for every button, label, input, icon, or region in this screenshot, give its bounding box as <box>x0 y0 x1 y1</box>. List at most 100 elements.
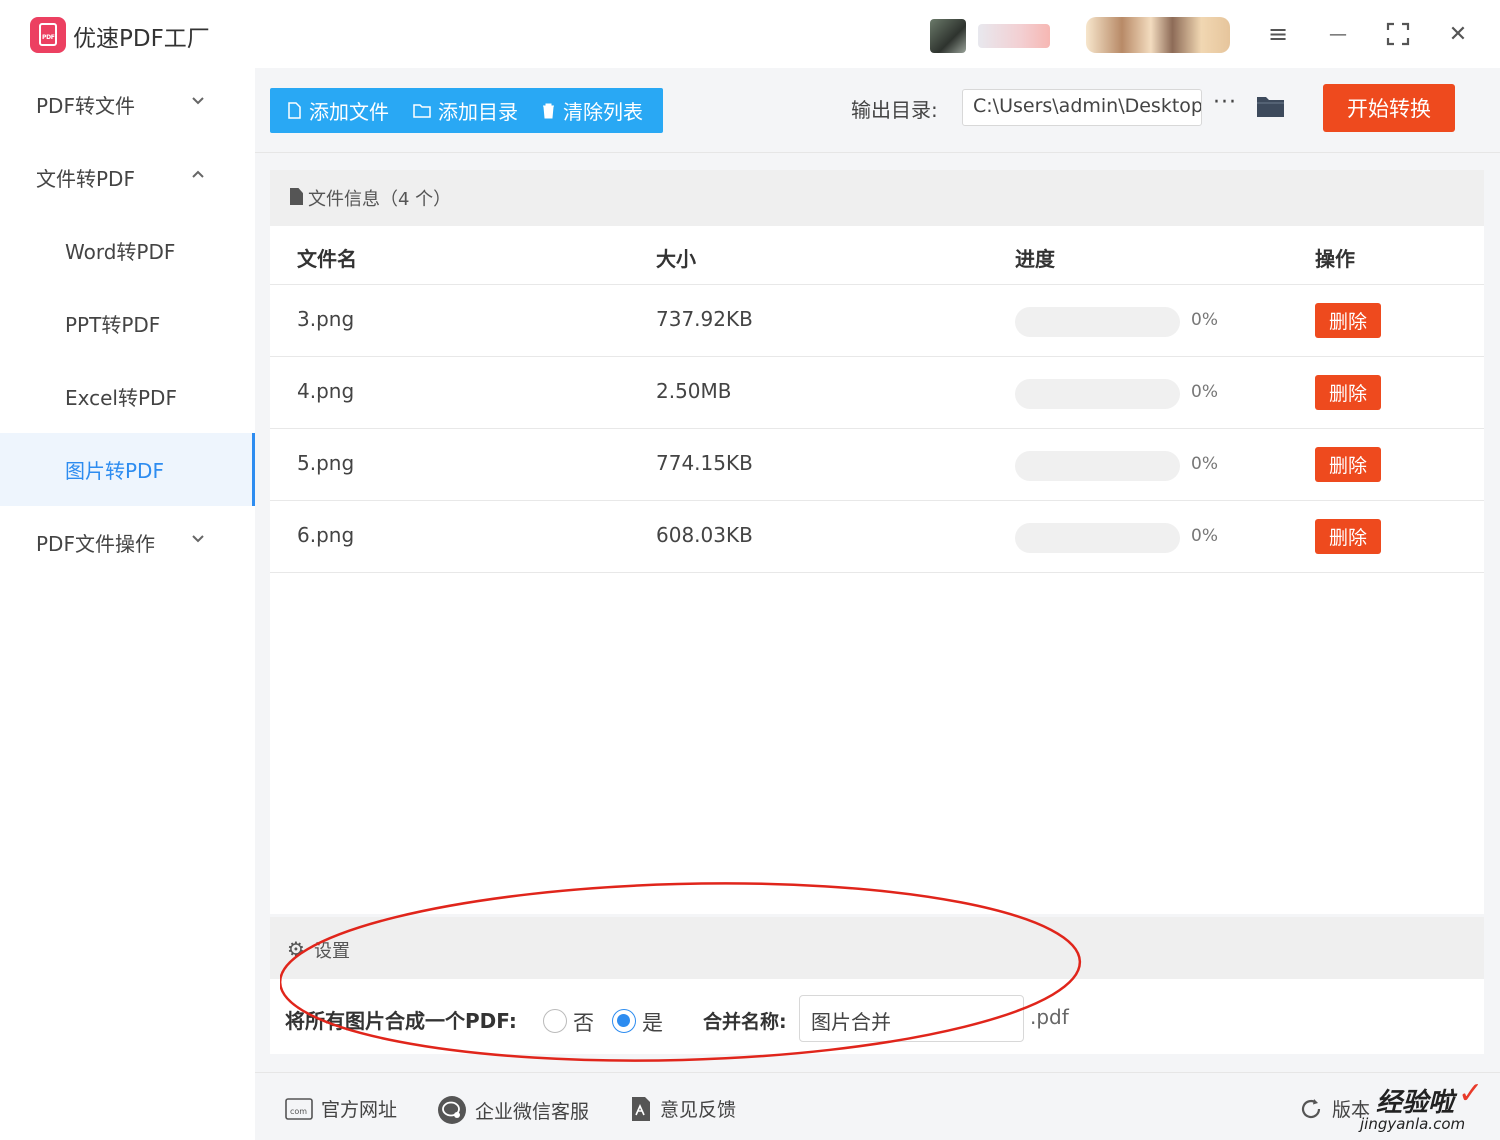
file-size: 737.92KB <box>656 307 753 331</box>
progress-bar <box>1015 523 1180 553</box>
official-website-link[interactable]: com 官方网址 <box>285 1095 397 1122</box>
wechat-support-link[interactable]: 企业微信客服 <box>437 1095 589 1125</box>
toolbar: 添加文件 添加目录 清除列表 输出目录: C:\Users\admin\Desk… <box>255 68 1500 153</box>
sidebar-item-excel-to-pdf[interactable]: Excel转PDF <box>0 360 255 433</box>
menu-icon[interactable]: ≡ <box>1262 18 1294 50</box>
sidebar-item-word-to-pdf[interactable]: Word转PDF <box>0 214 255 287</box>
table-header: 文件名 大小 进度 操作 <box>270 226 1484 285</box>
file-info-title: 文件信息（4 个） <box>308 189 452 210</box>
wechat-icon <box>438 1096 466 1124</box>
chevron-up-icon <box>192 170 204 178</box>
add-file-label: 添加文件 <box>309 100 389 124</box>
start-convert-button[interactable]: 开始转换 <box>1323 84 1455 132</box>
file-icon <box>288 102 301 119</box>
sidebar-item-image-to-pdf[interactable]: 图片转PDF <box>0 433 255 506</box>
settings-title: 设置 <box>314 941 350 962</box>
close-icon[interactable]: ✕ <box>1442 18 1474 50</box>
sidebar-item-pdf-to-file[interactable]: PDF转文件 <box>0 68 255 141</box>
file-info-header: 文件信息（4 个） <box>270 170 1484 226</box>
sidebar-item-pdf-operations[interactable]: PDF文件操作 <box>0 506 255 579</box>
file-list-panel: 文件信息（4 个） 文件名 大小 进度 操作 3.png 737.92KB 0% 删除… <box>270 170 1484 914</box>
wechat-support-label: 企业微信客服 <box>475 1100 590 1123</box>
column-header-action: 操作 <box>1315 247 1355 271</box>
sidebar-item-label: Word转PDF <box>65 240 176 264</box>
column-header-progress: 进度 <box>1015 247 1055 271</box>
progress-text: 0% <box>1191 310 1218 330</box>
delete-button[interactable]: 删除 <box>1315 447 1381 482</box>
sidebar-item-ppt-to-pdf[interactable]: PPT转PDF <box>0 287 255 360</box>
pdf-doc-icon: PDF <box>39 23 57 46</box>
sidebar-item-label: 文件转PDF <box>36 167 135 191</box>
checkmark-icon: ✓ <box>1458 1076 1484 1111</box>
file-name: 4.png <box>297 379 355 403</box>
settings-panel: ⚙ 设置 将所有图片合成一个PDF: 否 是 合并名称: 图片合并 .pdf <box>270 917 1484 1054</box>
add-directory-label: 添加目录 <box>438 100 518 124</box>
watermark-url: jingyanla.com <box>1360 1115 1466 1133</box>
sidebar-item-file-to-pdf[interactable]: 文件转PDF <box>0 141 255 214</box>
pdf-suffix: .pdf <box>1030 1005 1069 1029</box>
more-options-button[interactable]: ··· <box>1213 90 1237 115</box>
app-title: 优速PDF工厂 <box>73 26 210 52</box>
delete-button[interactable]: 删除 <box>1315 519 1381 554</box>
trash-icon <box>543 103 554 118</box>
avatar[interactable] <box>930 19 966 53</box>
logo-text: PDF <box>42 34 55 41</box>
refresh-icon <box>1301 1098 1321 1118</box>
merge-option-yes-radio[interactable] <box>612 1009 636 1033</box>
sidebar-item-label: 图片转PDF <box>65 459 164 483</box>
account-badge-blurred[interactable] <box>1086 17 1230 53</box>
output-directory-label: 输出目录: <box>851 98 938 122</box>
sidebar-item-label: PDF文件操作 <box>36 532 155 556</box>
feedback-link[interactable]: 意见反馈 <box>630 1095 736 1122</box>
delete-button[interactable]: 删除 <box>1315 375 1381 410</box>
open-folder-icon[interactable] <box>1256 94 1285 118</box>
delete-button[interactable]: 删除 <box>1315 303 1381 338</box>
official-website-label: 官方网址 <box>321 1099 398 1121</box>
merge-name-label: 合并名称: <box>703 1011 787 1033</box>
table-row: 3.png 737.92KB 0% 删除 <box>270 285 1484 357</box>
merge-option-yes-label[interactable]: 是 <box>642 1007 663 1037</box>
progress-text: 0% <box>1191 526 1218 546</box>
svg-text:com: com <box>290 1107 307 1116</box>
minimize-icon[interactable]: — <box>1322 18 1354 50</box>
sidebar-item-label: PDF转文件 <box>36 94 135 118</box>
watermark-text: 经验啦 <box>1376 1088 1455 1118</box>
feedback-icon <box>632 1096 650 1121</box>
merge-option-no-label[interactable]: 否 <box>573 1007 594 1037</box>
merge-name-input[interactable]: 图片合并 <box>799 995 1024 1042</box>
folder-icon <box>413 104 431 118</box>
title-bar: PDF 优速PDF工厂 ≡ — ✕ <box>0 0 1500 68</box>
merge-all-images-label: 将所有图片合成一个PDF: <box>285 1009 517 1033</box>
sidebar-item-label: Excel转PDF <box>65 386 177 410</box>
progress-bar <box>1015 451 1180 481</box>
app-logo: PDF <box>30 17 66 53</box>
add-directory-button[interactable]: 添加目录 <box>401 88 530 133</box>
clear-list-button[interactable]: 清除列表 <box>530 88 655 133</box>
footer: com 官方网址 企业微信客服 意见反馈 版本 <box>255 1072 1500 1140</box>
sidebar: PDF转文件 文件转PDF Word转PDF PPT转PDF Excel转PDF… <box>0 68 255 1140</box>
add-file-button[interactable]: 添加文件 <box>270 88 401 133</box>
merge-option-no-radio[interactable] <box>543 1009 567 1033</box>
table-row: 4.png 2.50MB 0% 删除 <box>270 357 1484 429</box>
gear-icon: ⚙ <box>287 937 305 961</box>
progress-bar <box>1015 307 1180 337</box>
sidebar-item-label: PPT转PDF <box>65 313 161 337</box>
maximize-icon[interactable] <box>1382 18 1414 50</box>
chevron-down-icon <box>192 97 204 105</box>
feedback-label: 意见反馈 <box>660 1099 737 1121</box>
table-row: 5.png 774.15KB 0% 删除 <box>270 429 1484 501</box>
column-header-size: 大小 <box>656 247 696 271</box>
chevron-down-icon <box>192 535 204 543</box>
file-name: 6.png <box>297 523 355 547</box>
settings-header: ⚙ 设置 <box>270 917 1484 979</box>
file-name: 3.png <box>297 307 355 331</box>
file-size: 608.03KB <box>656 523 753 547</box>
file-icon <box>290 188 303 205</box>
username-blurred <box>978 24 1050 48</box>
file-button-group: 添加文件 添加目录 清除列表 <box>270 88 663 133</box>
table-row: 6.png 608.03KB 0% 删除 <box>270 501 1484 573</box>
output-path-field[interactable]: C:\Users\admin\Desktop <box>962 89 1202 126</box>
file-size: 774.15KB <box>656 451 753 475</box>
progress-text: 0% <box>1191 454 1218 474</box>
progress-bar <box>1015 379 1180 409</box>
